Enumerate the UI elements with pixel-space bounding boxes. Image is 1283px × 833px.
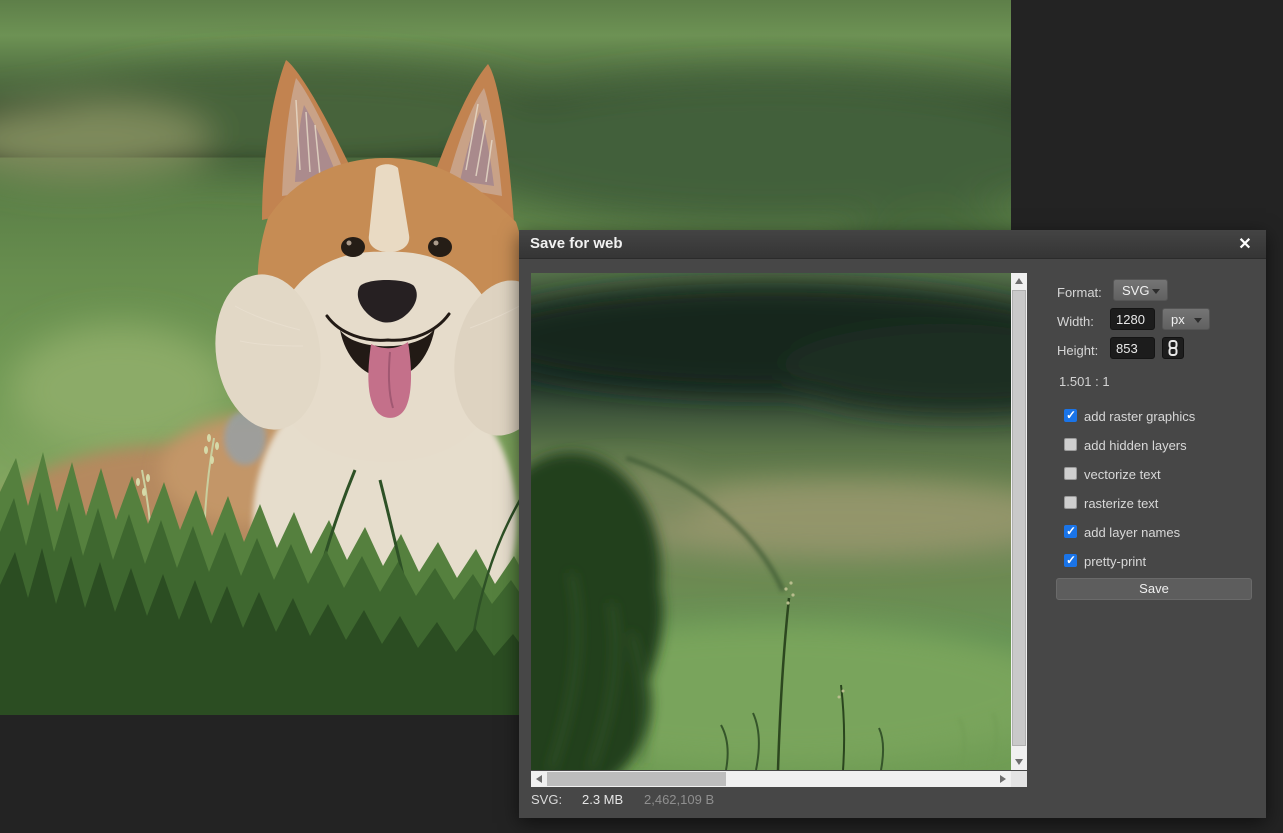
- dialog-title: Save for web: [530, 230, 623, 258]
- width-input[interactable]: [1110, 308, 1155, 330]
- unit-value: px: [1171, 312, 1185, 327]
- status-size-bytes: 2,462,109 B: [644, 792, 714, 807]
- export-preview-art: [531, 273, 1011, 770]
- scroll-up-icon[interactable]: [1015, 278, 1023, 284]
- checkbox[interactable]: [1064, 525, 1077, 538]
- aspect-ratio-text: 1.501 : 1: [1059, 374, 1110, 389]
- height-label: Height:: [1057, 343, 1098, 358]
- chain-link-icon: [1163, 338, 1183, 358]
- preview-vertical-scrollbar[interactable]: [1011, 273, 1027, 770]
- format-value: SVG: [1122, 283, 1149, 298]
- scrollbar-corner: [1011, 771, 1027, 787]
- link-dimensions-button[interactable]: [1162, 337, 1184, 359]
- preview-horizontal-scrollbar[interactable]: [531, 771, 1011, 787]
- export-preview[interactable]: [531, 273, 1011, 770]
- width-label: Width:: [1057, 314, 1094, 329]
- unit-dropdown[interactable]: px: [1162, 308, 1210, 330]
- horizontal-scrollbar-thumb[interactable]: [547, 772, 726, 786]
- chevron-down-icon: [1194, 318, 1202, 323]
- vertical-scrollbar-thumb[interactable]: [1012, 290, 1026, 746]
- format-dropdown[interactable]: SVG: [1113, 279, 1168, 301]
- checkbox[interactable]: [1064, 409, 1077, 422]
- checkbox[interactable]: [1064, 554, 1077, 567]
- scroll-left-icon[interactable]: [536, 775, 542, 783]
- close-icon[interactable]: ✕: [1234, 234, 1256, 256]
- checkbox[interactable]: [1064, 496, 1077, 509]
- checkbox[interactable]: [1064, 467, 1077, 480]
- status-format-label: SVG:: [531, 792, 562, 807]
- dialog-titlebar[interactable]: Save for web ✕: [519, 230, 1266, 259]
- scroll-down-icon[interactable]: [1015, 759, 1023, 765]
- chevron-down-icon: [1152, 289, 1160, 294]
- app-window: Save for web ✕: [0, 0, 1283, 833]
- save-button[interactable]: Save: [1056, 578, 1252, 600]
- status-size-mb: 2.3 MB: [582, 792, 623, 807]
- height-input[interactable]: [1110, 337, 1155, 359]
- checkbox[interactable]: [1064, 438, 1077, 451]
- save-for-web-dialog: Save for web ✕: [519, 230, 1266, 818]
- scroll-right-icon[interactable]: [1000, 775, 1006, 783]
- format-label: Format:: [1057, 285, 1102, 300]
